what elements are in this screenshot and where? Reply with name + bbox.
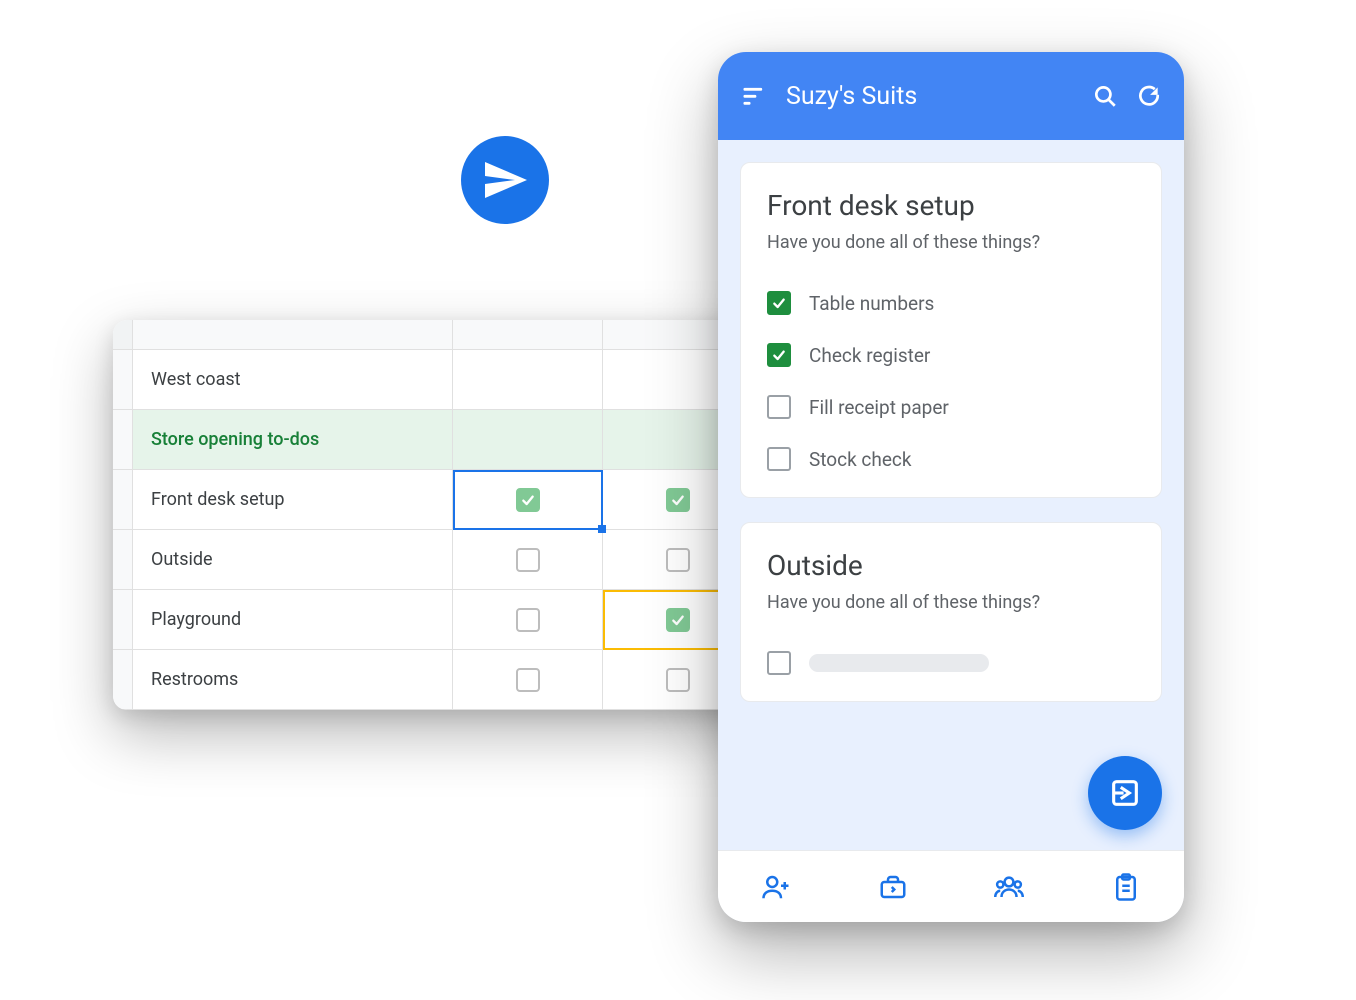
sort-icon[interactable] [740, 82, 768, 110]
checkbox[interactable] [666, 668, 690, 692]
card-title: Outside [767, 549, 1135, 582]
checkbox[interactable] [666, 488, 690, 512]
checkbox[interactable] [516, 548, 540, 572]
checklist-card: Front desk setup Have you done all of the… [740, 162, 1162, 498]
checkbox[interactable] [666, 548, 690, 572]
checkbox[interactable] [767, 291, 791, 315]
checklist-item-label: Table numbers [809, 292, 934, 315]
sheet-cell[interactable] [453, 650, 603, 709]
app-header: Suzy's Suits [718, 52, 1184, 140]
checkbox[interactable] [666, 608, 690, 632]
checkbox[interactable] [516, 608, 540, 632]
sheet-cell-label[interactable]: Playground [133, 590, 453, 649]
skeleton-placeholder [809, 654, 989, 672]
mobile-app-mockup: Suzy's Suits Front desk setup Have you do… [718, 52, 1184, 922]
sheet-cell-label[interactable]: Front desk setup [133, 470, 453, 529]
sheet-cell[interactable] [453, 530, 603, 589]
card-subtitle: Have you done all of these things? [767, 592, 1135, 613]
checklist-item-label: Check register [809, 344, 930, 367]
checkbox[interactable] [767, 447, 791, 471]
group-icon[interactable] [994, 872, 1024, 902]
bottom-nav [718, 850, 1184, 922]
refresh-icon[interactable] [1136, 83, 1162, 109]
checkbox[interactable] [516, 488, 540, 512]
sheet-cell[interactable] [453, 590, 603, 649]
sheet-cell[interactable] [453, 410, 603, 469]
checklist-item[interactable]: Fill receipt paper [767, 381, 1135, 433]
checklist-item[interactable]: Check register [767, 329, 1135, 381]
checklist-item-label: Fill receipt paper [809, 396, 949, 419]
sheet-cell[interactable] [453, 350, 603, 409]
checklist-item-label: Stock check [809, 448, 912, 471]
checklist-item[interactable]: Table numbers [767, 277, 1135, 329]
sheet-cell-label[interactable]: Outside [133, 530, 453, 589]
send-icon [461, 136, 549, 224]
card-subtitle: Have you done all of these things? [767, 232, 1135, 253]
sheet-cell-label[interactable]: Store opening to-dos [133, 410, 453, 469]
checklist-item[interactable]: Stock check [767, 433, 1135, 471]
person-add-icon[interactable] [761, 872, 791, 902]
checkbox[interactable] [767, 395, 791, 419]
checklist-item[interactable] [767, 637, 1135, 675]
sheet-cell[interactable] [453, 470, 603, 529]
card-title: Front desk setup [767, 189, 1135, 222]
submit-fab[interactable] [1088, 756, 1162, 830]
app-title: Suzy's Suits [786, 82, 1074, 111]
app-body: Front desk setup Have you done all of the… [718, 140, 1184, 850]
search-icon[interactable] [1092, 83, 1118, 109]
sheet-cell-label[interactable]: West coast [133, 350, 453, 409]
checkbox[interactable] [767, 343, 791, 367]
clipboard-icon[interactable] [1111, 872, 1141, 902]
checkbox[interactable] [767, 651, 791, 675]
checklist-card: Outside Have you done all of these things… [740, 522, 1162, 702]
sheet-cell-label[interactable]: Restrooms [133, 650, 453, 709]
checkbox[interactable] [516, 668, 540, 692]
briefcase-icon[interactable] [878, 872, 908, 902]
